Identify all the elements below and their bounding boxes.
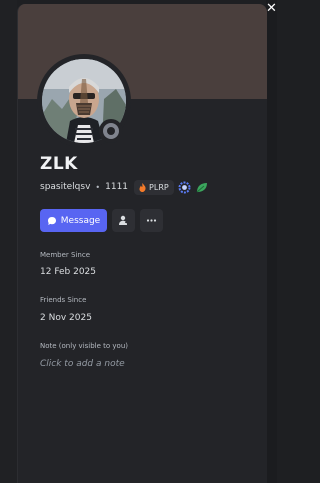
ellipsis-icon — [146, 219, 157, 222]
message-button[interactable]: Message — [40, 209, 107, 232]
username-row: spasitelqsv • 1111 PLRP — [40, 178, 208, 196]
chat-bubble-icon — [47, 216, 56, 225]
username[interactable]: spasitelqsv — [40, 182, 90, 192]
friends-since-value: 2 Nov 2025 — [40, 313, 92, 323]
server-tag-label: PLRP — [149, 182, 169, 192]
leaf-icon[interactable] — [195, 181, 208, 194]
flame-icon — [139, 182, 146, 192]
offline-status-icon — [103, 123, 119, 139]
add-friend-button[interactable] — [112, 209, 135, 232]
backdrop-left — [0, 0, 17, 483]
user-add-icon — [119, 215, 129, 225]
more-options-button[interactable] — [140, 209, 163, 232]
close-icon[interactable]: ✕ — [266, 2, 277, 16]
hypesquad-icon[interactable] — [178, 181, 191, 194]
server-tag-badge[interactable]: PLRP — [134, 179, 174, 195]
message-button-label: Message — [60, 215, 101, 226]
action-buttons: Message — [40, 209, 163, 232]
member-since-value: 12 Feb 2025 — [40, 267, 97, 277]
separator-dot: • — [95, 182, 101, 192]
discriminator: 1111 — [105, 182, 129, 192]
status-indicator — [99, 119, 123, 143]
friends-since-label: Friends Since — [40, 296, 87, 304]
backdrop-right — [266, 0, 277, 483]
note-label: Note (only visible to you) — [40, 342, 129, 350]
profile-card: ZLK spasitelqsv • 1111 PLRP Message Memb… — [17, 4, 267, 483]
note-input[interactable]: Click to add a note — [40, 359, 125, 369]
member-since-label: Member Since — [40, 251, 90, 259]
display-name: ZLK — [40, 154, 78, 174]
